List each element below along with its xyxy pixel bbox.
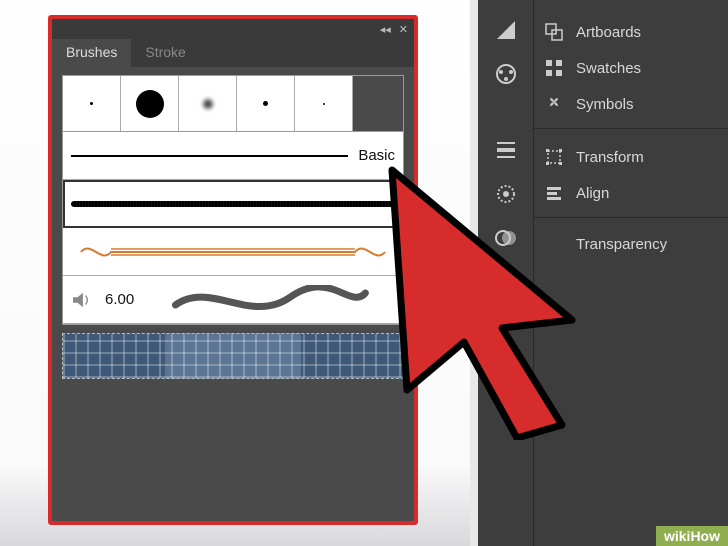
brush-preset-3[interactable] <box>179 76 237 131</box>
panel-header: ◂◂ ✕ <box>52 19 414 39</box>
symbols-icon <box>544 94 564 114</box>
close-icon[interactable]: ✕ <box>399 23 408 36</box>
brush-preset-empty <box>353 76 403 131</box>
collapse-icon[interactable]: ◂◂ <box>380 23 391 36</box>
tab-brushes[interactable]: Brushes <box>52 39 131 67</box>
brush-preset-4[interactable] <box>237 76 295 131</box>
basic-stroke-preview <box>71 155 348 157</box>
dock-icon-column <box>478 0 534 546</box>
brush-preset-1[interactable] <box>63 76 121 131</box>
charcoal-stroke-preview <box>71 201 395 207</box>
brush-pattern[interactable] <box>62 333 404 379</box>
brush-basic[interactable]: Basic <box>63 132 403 180</box>
transform-label: Transform <box>576 149 644 166</box>
swatches-label: Swatches <box>576 60 641 77</box>
transform-icon <box>544 147 564 167</box>
artboards-label: Artboards <box>576 24 641 41</box>
brush-stroke-list: Basic 6.00 <box>62 132 404 325</box>
swatches-icon <box>544 58 564 78</box>
right-dock: Artboards Swatches Symbols Transform Ali… <box>478 0 728 546</box>
dock-label-column: Artboards Swatches Symbols Transform Ali… <box>534 0 728 546</box>
wavy-stroke-preview <box>146 285 395 315</box>
watermark: wikiHow <box>656 526 728 546</box>
brush-preset-5[interactable] <box>295 76 353 131</box>
artboards-icon <box>544 22 564 42</box>
panel-tabs: Brushes Stroke <box>52 39 414 67</box>
stroke-icon[interactable] <box>494 138 518 162</box>
brush-preset-2[interactable] <box>121 76 179 131</box>
symbols-label: Symbols <box>576 96 634 113</box>
align-label: Align <box>576 185 609 202</box>
brush-size-grid <box>62 75 404 132</box>
brush-calligraphic[interactable]: 6.00 <box>63 276 403 324</box>
brush-charcoal[interactable] <box>63 180 403 228</box>
transparency-label: Transparency <box>576 236 667 253</box>
align-icon <box>544 183 564 203</box>
panel-swatches[interactable]: Swatches <box>534 50 728 86</box>
panel-symbols[interactable]: Symbols <box>534 86 728 122</box>
divider-2 <box>534 217 728 218</box>
color-icon[interactable] <box>494 18 518 42</box>
gradient-icon[interactable] <box>494 182 518 206</box>
speaker-icon <box>71 291 93 309</box>
panel-artboards[interactable]: Artboards <box>534 14 728 50</box>
panel-transform[interactable]: Transform <box>534 139 728 175</box>
brushes-panel: ◂◂ ✕ Brushes Stroke Basic <box>48 15 418 525</box>
color-guide-icon[interactable] <box>494 62 518 86</box>
panel-transparency[interactable]: Transparency <box>534 228 728 261</box>
brush-flourish[interactable] <box>63 228 403 276</box>
flourish-stroke-preview <box>71 242 395 262</box>
basic-stroke-label: Basic <box>358 147 395 164</box>
tab-stroke[interactable]: Stroke <box>131 39 199 67</box>
transparency-icon[interactable] <box>494 226 518 250</box>
panel-align[interactable]: Align <box>534 175 728 211</box>
stroke-size-value: 6.00 <box>105 291 134 308</box>
divider <box>534 128 728 129</box>
